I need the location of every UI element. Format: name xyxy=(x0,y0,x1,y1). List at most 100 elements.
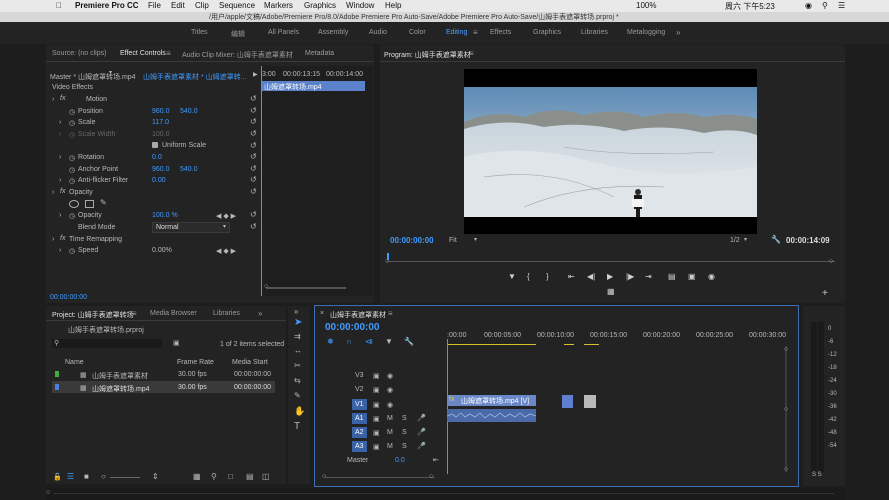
master-clip-label[interactable]: Master * 山姆遮罩转场.mp4 xyxy=(50,72,136,82)
antiflicker-value[interactable]: 0.00 xyxy=(152,177,166,184)
solo-track-icon[interactable]: S xyxy=(402,429,407,436)
workspace-menu-icon[interactable]: ≡ xyxy=(473,28,478,37)
horizontal-scrollbar[interactable] xyxy=(325,477,435,478)
track-select-tool-icon[interactable]: ⇉ xyxy=(294,332,301,341)
menu-window[interactable]: Window xyxy=(346,1,374,10)
column-name[interactable]: Name xyxy=(65,359,84,366)
tab-source[interactable]: Source: (no clips) xyxy=(52,50,106,57)
solo-track-icon[interactable]: S xyxy=(402,443,407,450)
workspace-assembly[interactable]: Assembly xyxy=(318,29,348,36)
tools-more-icon[interactable]: » xyxy=(294,307,298,316)
work-area-bar[interactable] xyxy=(584,344,599,345)
solo-buttons[interactable]: S S xyxy=(812,472,822,478)
timeline-timecode[interactable]: 00:00:00:00 xyxy=(325,322,379,333)
toggle-output-eye-icon[interactable]: ◉ xyxy=(387,386,393,394)
speed-expand-icon[interactable]: › xyxy=(59,247,61,254)
workspace-effects[interactable]: Effects xyxy=(490,29,511,36)
list-item[interactable]: ▦ 山姆手表遮罩素材 30.00 fps 00:00:00:00 xyxy=(52,368,275,380)
toggle-sync-lock-icon[interactable]: ▣ xyxy=(373,372,380,380)
scale-width-stopwatch-icon[interactable]: ◷ xyxy=(69,131,75,139)
work-area-bar[interactable] xyxy=(564,344,574,345)
mute-track-icon[interactable]: M xyxy=(387,429,393,436)
toggle-sync-lock-icon[interactable]: ▣ xyxy=(373,386,380,394)
voice-over-mic-icon[interactable]: 🎤 xyxy=(417,414,426,422)
scroll-handle-top[interactable]: ○ xyxy=(784,346,788,353)
audio-clip[interactable] xyxy=(447,409,536,422)
zoom-slider[interactable] xyxy=(110,477,140,478)
playhead-line[interactable] xyxy=(261,66,262,296)
rotation-reset-icon[interactable]: ↺ xyxy=(250,152,257,161)
scroll-handle-left[interactable]: ○ xyxy=(322,473,326,480)
track-label-v2[interactable]: V2 xyxy=(355,386,364,393)
time-remap-expand-icon[interactable]: › xyxy=(52,236,54,243)
uniform-scale-reset-icon[interactable]: ↺ xyxy=(250,141,257,150)
opacity-reset-icon[interactable]: ↺ xyxy=(250,210,257,219)
toggle-output-eye-icon[interactable]: ◉ xyxy=(387,372,393,380)
add-marker-icon[interactable]: ▼ xyxy=(508,272,516,281)
video-clip[interactable] xyxy=(562,395,573,408)
motion-reset-icon[interactable]: ↺ xyxy=(250,94,257,103)
timeline-playhead[interactable] xyxy=(447,339,448,474)
scale-reset-icon[interactable]: ↺ xyxy=(250,117,257,126)
program-playhead-timecode[interactable]: 00:00:00:00 xyxy=(390,236,434,245)
pen-tool-icon[interactable]: ✎ xyxy=(294,391,301,400)
timeline-ruler[interactable]: :00:00 00:00:05:00 00:00:10:00 00:00:15:… xyxy=(447,330,786,346)
workspace-audio[interactable]: Audio xyxy=(369,29,387,36)
more-tabs-icon[interactable]: » xyxy=(258,309,262,318)
fx-icon[interactable]: fx xyxy=(60,95,65,102)
blend-mode-select[interactable]: Normal ▾ xyxy=(152,222,230,233)
program-scroll-bar[interactable] xyxy=(387,261,835,262)
program-menu-icon[interactable]: ≡ xyxy=(469,49,474,58)
scale-width-reset-icon[interactable]: ↺ xyxy=(250,129,257,138)
sequence-clip-label[interactable]: 山姆手表遮罩素材 * 山姆遮罩转... xyxy=(143,72,246,82)
wrench-icon[interactable]: 🔧 xyxy=(771,235,781,244)
clock[interactable]: 周六 下午5:23 xyxy=(725,1,775,12)
play-icon[interactable]: ▶ xyxy=(607,272,613,281)
more-workspaces-icon[interactable]: » xyxy=(676,28,680,37)
mute-track-icon[interactable]: M xyxy=(387,443,393,450)
tab-audio-clip-mixer[interactable]: Audio Clip Mixer: 山姆手表遮罩素材 xyxy=(182,50,293,60)
export-frame-icon[interactable]: ◉ xyxy=(708,272,715,281)
tab-sequence[interactable]: 山姆手表遮罩素材 xyxy=(330,310,386,320)
master-volume[interactable]: 0.0 xyxy=(395,457,405,464)
new-item-icon[interactable]: ▤ xyxy=(246,472,254,481)
scroll-handle-left[interactable]: ○ xyxy=(385,258,389,265)
tab-libraries[interactable]: Libraries xyxy=(213,310,240,317)
toggle-sync-lock-icon[interactable]: ▣ xyxy=(373,415,380,423)
ripple-edit-tool-icon[interactable]: ↔ xyxy=(294,346,302,355)
anchor-stopwatch-icon[interactable]: ◷ xyxy=(69,166,75,174)
position-x[interactable]: 960.0 xyxy=(152,108,170,115)
toggle-sync-lock-icon[interactable]: ▣ xyxy=(373,401,380,409)
anchor-y[interactable]: 540.0 xyxy=(180,166,198,173)
column-frame-rate[interactable]: Frame Rate xyxy=(177,359,214,366)
step-back-icon[interactable]: ◀| xyxy=(587,272,595,281)
position-stopwatch-icon[interactable]: ◷ xyxy=(69,108,75,116)
uniform-scale-checkbox[interactable] xyxy=(152,142,158,148)
step-forward-icon[interactable]: |▶ xyxy=(626,272,634,281)
lift-icon[interactable]: ▤ xyxy=(668,272,676,281)
workspace-edit-cn[interactable]: 编辑 xyxy=(231,29,245,39)
dropdown-icon[interactable]: ▾ xyxy=(109,69,112,76)
pen-mask-icon[interactable]: ✎ xyxy=(100,198,107,207)
toggle-output-eye-icon[interactable]: ◉ xyxy=(387,401,393,409)
speed-value[interactable]: 0.00% xyxy=(152,247,172,254)
opacity-value[interactable]: 100.0 % xyxy=(152,212,178,219)
workspace-graphics[interactable]: Graphics xyxy=(533,29,561,36)
mark-out-icon[interactable]: } xyxy=(546,272,549,281)
menu-clip[interactable]: Clip xyxy=(195,1,209,10)
opacity-fx-icon[interactable]: fx xyxy=(60,188,65,195)
scroll-handle-mid[interactable]: ○ xyxy=(784,406,788,413)
menu-sequence[interactable]: Sequence xyxy=(219,1,255,10)
scroll-handle-bottom[interactable]: ○ xyxy=(784,466,788,473)
program-video-frame[interactable] xyxy=(464,69,757,234)
toggle-sync-lock-icon[interactable]: ▣ xyxy=(373,443,380,451)
master-go-to-icon[interactable]: ⇤ xyxy=(433,456,439,464)
effect-clip-bar[interactable]: 山姆遮罩转场.mp4 xyxy=(261,81,365,91)
keyframe-nav-icons[interactable]: ◀ ◆ ▶ xyxy=(216,212,236,220)
motion-expand-icon[interactable]: › xyxy=(52,96,54,103)
tab-effect-controls[interactable]: Effect Controls xyxy=(120,50,166,57)
play-only-icon[interactable]: ▶ xyxy=(253,71,258,78)
scale-expand-icon[interactable]: › xyxy=(59,119,61,126)
close-icon[interactable]: × xyxy=(320,310,324,317)
resolution-label[interactable]: 1/2 xyxy=(730,237,740,244)
